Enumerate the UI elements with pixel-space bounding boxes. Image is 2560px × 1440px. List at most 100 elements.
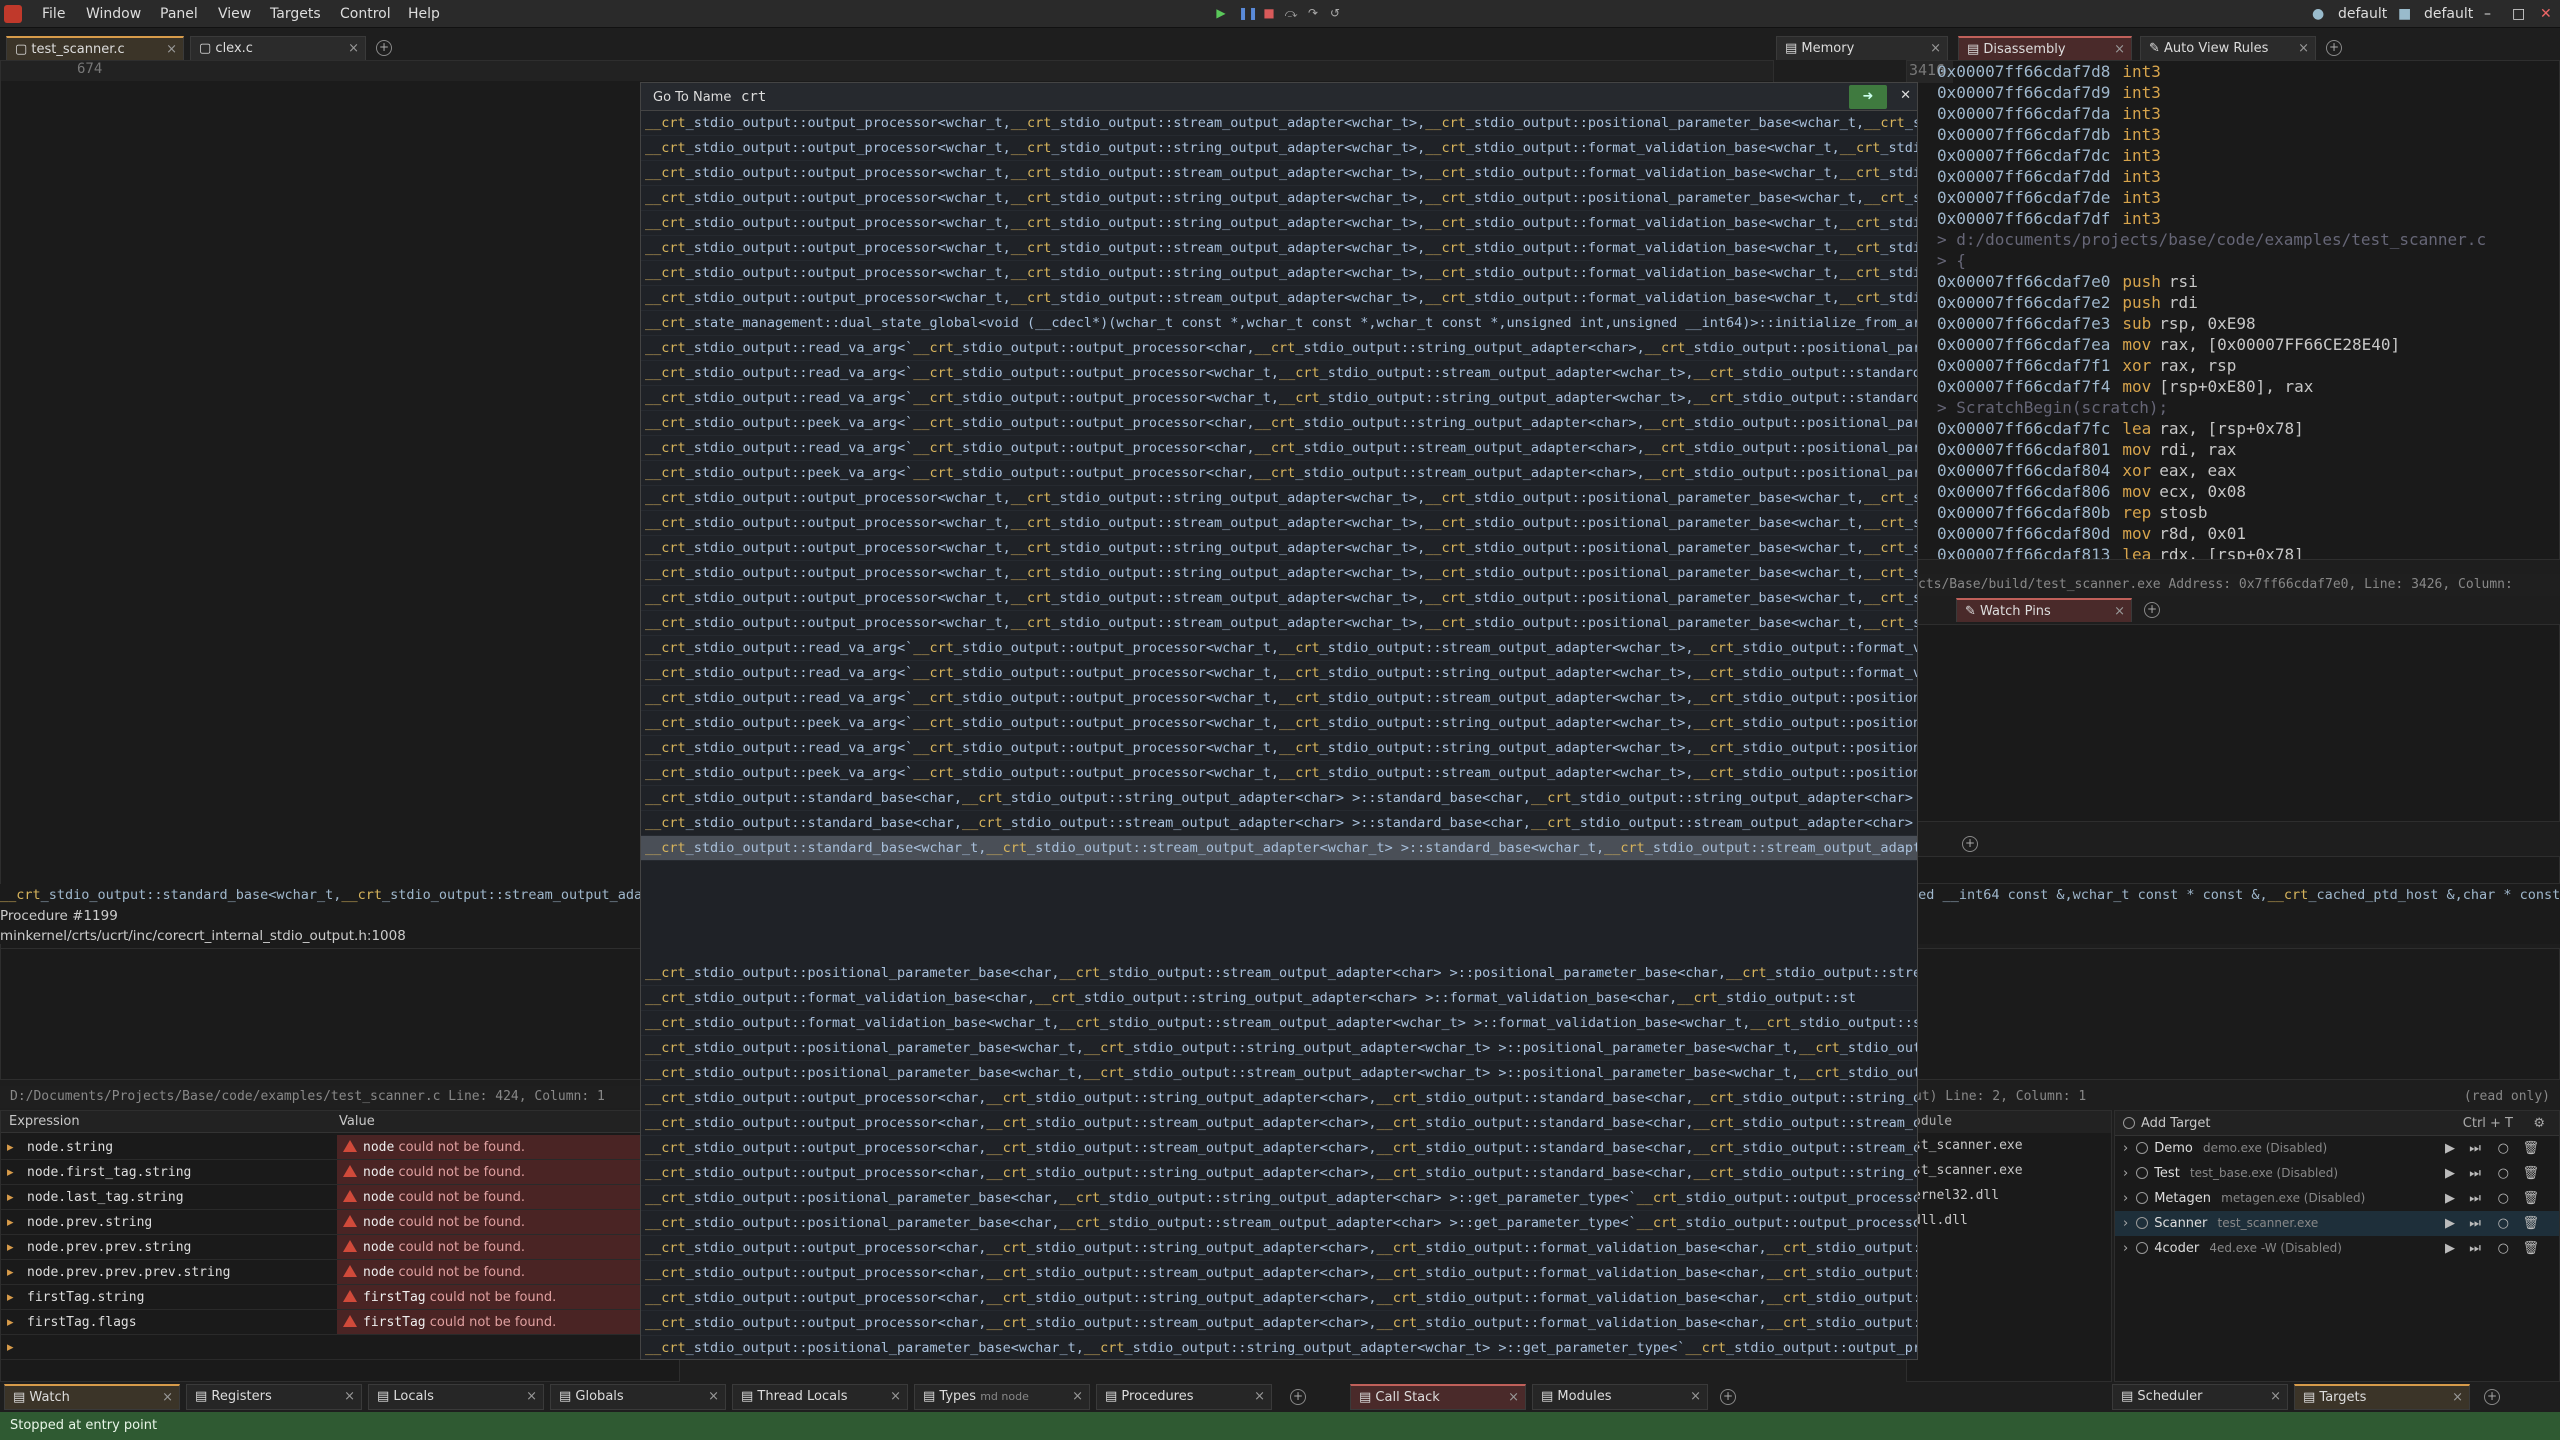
go-to-name-result[interactable]: __crt_stdio_output::positional_parameter… [641, 961, 1917, 986]
go-to-name-result[interactable]: __crt_stdio_output::read_va_arg<`__crt_s… [641, 361, 1917, 386]
tab-locals[interactable]: ▤ Locals × [368, 1384, 544, 1410]
chevron-right-icon[interactable]: › [2123, 1166, 2128, 1181]
watch-row[interactable]: ▸ node.prev.prev.prev.string node could no… [1, 1260, 679, 1285]
stop-icon[interactable]: ■ [1262, 6, 1276, 20]
disassembly-row[interactable]: > ScratchBegin(scratch); [1937, 397, 2557, 418]
close-icon[interactable]: × [1508, 1390, 1519, 1405]
disassembly-row[interactable]: 0x00007ff66cdaf806 mov ecx, 0x08 [1937, 481, 2557, 502]
watch-expression[interactable]: node.prev.prev.prev.string [27, 1260, 231, 1284]
tab-scheduler[interactable]: ▤ Scheduler × [2112, 1384, 2288, 1410]
close-icon[interactable]: × [890, 1389, 901, 1404]
step-into-icon[interactable]: ⏭ [2469, 1211, 2481, 1236]
go-to-name-result[interactable]: __crt_stdio_output::output_processor<wch… [641, 486, 1917, 511]
go-to-name-result[interactable]: __crt_stdio_output::output_processor<cha… [641, 1286, 1917, 1311]
gear-icon[interactable]: ⚙ [2533, 1111, 2545, 1135]
watch-row[interactable]: ▸ node.last_tag.string node could not be f… [1, 1185, 679, 1210]
modules-panel[interactable]: odule st_scanner.exe st_scanner.exe erne… [1906, 1110, 2112, 1382]
watch-pins-panel[interactable] [1906, 624, 2560, 822]
tab-registers[interactable]: ▤ Registers × [186, 1384, 362, 1410]
close-icon[interactable]: × [2114, 604, 2125, 619]
go-to-name-input[interactable] [741, 86, 1831, 108]
tab-clex[interactable]: ▢ clex.c × [190, 36, 366, 60]
tab-call-stack[interactable]: ▤ Call Stack × [1350, 1384, 1526, 1410]
tab-watch[interactable]: ▤ Watch × [4, 1384, 180, 1410]
watch-row[interactable]: ▸ node.string node could not be found. [1, 1135, 679, 1160]
add-tab-icon[interactable]: + [2144, 602, 2160, 618]
step-out-icon[interactable]: ↺ [1328, 6, 1342, 20]
go-to-name-result[interactable]: __crt_stdio_output::output_processor<wch… [641, 286, 1917, 311]
close-icon[interactable]: ✕ [1900, 88, 1911, 103]
close-icon[interactable]: × [2114, 42, 2125, 57]
disassembly-row[interactable]: 0x00007ff66cdaf7df int3 [1937, 208, 2557, 229]
launch-icon[interactable]: ▶ [2445, 1136, 2455, 1161]
close-icon[interactable]: × [166, 42, 177, 57]
go-to-name-result[interactable]: __crt_stdio_output::output_processor<wch… [641, 561, 1917, 586]
minimize-icon[interactable]: – [2484, 6, 2491, 22]
step-into-icon[interactable]: ↷ [1306, 6, 1320, 20]
tab-disassembly[interactable]: ▤ Disassembly × [1958, 36, 2132, 60]
disassembly-row[interactable]: > d:/documents/projects/base/code/exampl… [1937, 229, 2557, 250]
target-row[interactable]: › Metagen metagen.exe (Disabled) ▶ ⏭ ○ 🗑 [2115, 1186, 2559, 1211]
chevron-right-icon[interactable]: › [2123, 1241, 2128, 1256]
go-to-name-result[interactable]: __crt_stdio_output::read_va_arg<`__crt_s… [641, 436, 1917, 461]
go-to-name-result[interactable]: __crt_stdio_output::peek_va_arg<`__crt_s… [641, 761, 1917, 786]
menu-window[interactable]: Window [86, 6, 141, 22]
chevron-right-icon[interactable]: › [2123, 1191, 2128, 1206]
watch-expression[interactable]: node.first_tag.string [27, 1160, 191, 1184]
close-window-icon[interactable]: ✕ [2540, 6, 2552, 22]
close-icon[interactable]: × [2270, 1389, 2281, 1404]
go-to-name-result[interactable]: __crt_stdio_output::format_validation_ba… [641, 1011, 1917, 1036]
disassembly-panel[interactable]: 3416 0x00007ff66cdaf7d8 int3 0x00007ff66cd… [1906, 60, 2560, 560]
go-to-name-result[interactable]: __crt_stdio_output::positional_parameter… [641, 1186, 1917, 1211]
watch-panel[interactable]: Expression Value ▸ node.string node could … [0, 1110, 680, 1382]
go-to-name-result[interactable]: __crt_stdio_output::output_processor<wch… [641, 186, 1917, 211]
add-tab-icon[interactable]: + [2484, 1389, 2500, 1405]
go-to-name-result[interactable]: __crt_stdio_output::peek_va_arg<`__crt_s… [641, 711, 1917, 736]
close-icon[interactable]: × [348, 41, 359, 56]
run-icon[interactable]: ▶ [1214, 6, 1228, 20]
watch-row[interactable]: ▸ firstTag.flags firstTag could not be fou… [1, 1310, 679, 1335]
tab-auto-view-rules[interactable]: ✎ Auto View Rules × [2140, 36, 2316, 60]
trash-icon[interactable]: 🗑 [2522, 1186, 2539, 1211]
expand-icon[interactable]: ▸ [7, 1310, 14, 1334]
go-to-name-result[interactable]: __crt_stdio_output::read_va_arg<`__crt_s… [641, 386, 1917, 411]
tab-memory[interactable]: ▤ Memory × [1776, 36, 1948, 60]
menu-file[interactable]: File [42, 6, 65, 22]
trash-icon[interactable]: 🗑 [2522, 1161, 2539, 1186]
toggle-icon[interactable]: ○ [2498, 1211, 2509, 1236]
close-icon[interactable]: × [526, 1389, 537, 1404]
go-to-name-result[interactable]: __crt_stdio_output::read_va_arg<`__crt_s… [641, 686, 1917, 711]
tab-globals[interactable]: ▤ Globals × [550, 1384, 726, 1410]
chevron-right-icon[interactable]: › [2123, 1216, 2128, 1231]
go-to-name-result[interactable]: __crt_stdio_output::output_processor<cha… [641, 1086, 1917, 1111]
module-row[interactable]: ernel32.dll [1907, 1183, 2111, 1208]
target-row[interactable]: › 4coder 4ed.exe -W (Disabled) ▶ ⏭ ○ 🗑 [2115, 1236, 2559, 1261]
target-row[interactable]: › Scanner test_scanner.exe ▶ ⏭ ○ 🗑 [2115, 1211, 2559, 1236]
go-to-name-result[interactable]: __crt_stdio_output::positional_parameter… [641, 1336, 1917, 1359]
toggle-icon[interactable]: ○ [2498, 1161, 2509, 1186]
go-to-name-result[interactable]: __crt_stdio_output::read_va_arg<`__crt_s… [641, 336, 1917, 361]
go-arrow-icon[interactable]: ➜ [1849, 85, 1887, 109]
menu-targets[interactable]: Targets [270, 6, 321, 22]
user-profile-2[interactable]: default [2424, 6, 2473, 22]
go-to-name-result[interactable]: __crt_stdio_output::peek_va_arg<`__crt_s… [641, 411, 1917, 436]
add-tab-icon[interactable]: + [2326, 40, 2342, 56]
disassembly-row[interactable]: 0x00007ff66cdaf7f1 xor rax, rsp [1937, 355, 2557, 376]
disassembly-row[interactable]: > { [1937, 250, 2557, 271]
disassembly-row[interactable]: 0x00007ff66cdaf7e2 push rdi [1937, 292, 2557, 313]
expand-icon[interactable]: ▸ [7, 1235, 14, 1259]
go-to-name-result[interactable]: __crt_stdio_output::output_processor<wch… [641, 211, 1917, 236]
expand-icon[interactable]: ▸ [7, 1285, 14, 1309]
disassembly-row[interactable]: 0x00007ff66cdaf7dd int3 [1937, 166, 2557, 187]
disassembly-row[interactable]: 0x00007ff66cdaf80b rep stosb [1937, 502, 2557, 523]
launch-icon[interactable]: ▶ [2445, 1211, 2455, 1236]
close-icon[interactable]: × [1254, 1389, 1265, 1404]
toggle-icon[interactable]: ○ [2498, 1186, 2509, 1211]
go-to-name-result[interactable]: __crt_stdio_output::format_validation_ba… [641, 986, 1917, 1011]
watch-row[interactable]: ▸ firstTag.string firstTag could not be fo… [1, 1285, 679, 1310]
expand-icon[interactable]: ▸ [7, 1160, 14, 1184]
menu-panel[interactable]: Panel [160, 6, 198, 22]
maximize-icon[interactable]: □ [2512, 6, 2525, 22]
go-to-name-result[interactable]: __crt_stdio_output::output_processor<wch… [641, 611, 1917, 636]
close-icon[interactable]: × [162, 1390, 173, 1405]
